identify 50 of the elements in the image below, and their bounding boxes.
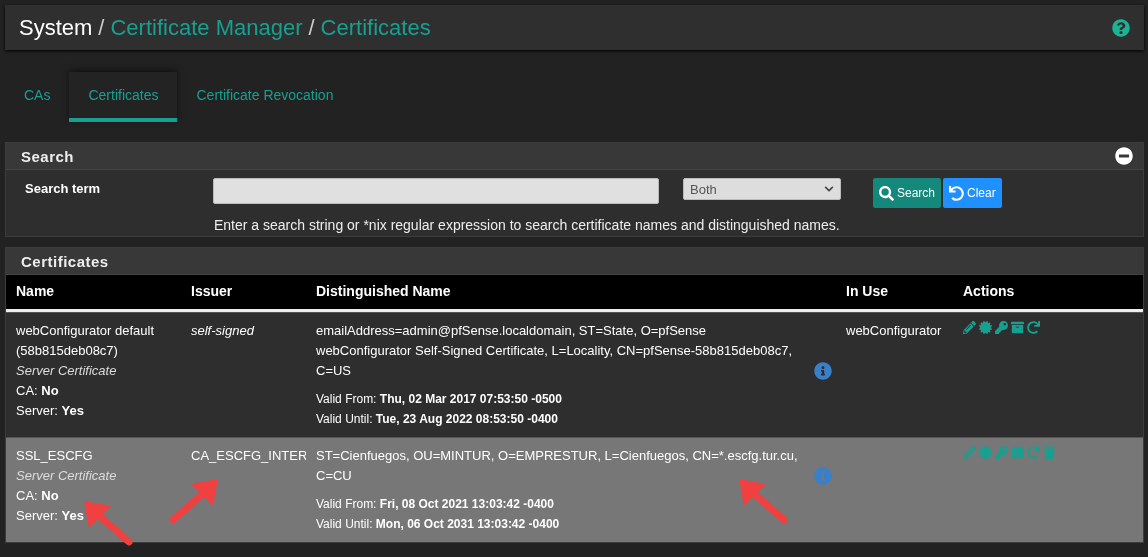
collapse-icon[interactable]	[1115, 147, 1133, 165]
certificate-type: Server Certificate	[16, 467, 118, 485]
arrow-icon	[166, 476, 221, 526]
info-icon[interactable]	[814, 362, 832, 380]
archive-icon[interactable]	[1011, 321, 1024, 334]
tab[interactable]: Certificate Revocation	[177, 72, 353, 122]
column-header: In Use	[836, 275, 953, 312]
panel-title: Certificates	[21, 252, 109, 270]
valid-until: Valid Until: Mon, 06 Oct 2031 13:03:42 -0400	[316, 516, 561, 533]
column-header: Issuer	[181, 275, 306, 312]
certificate-type: Server Certificate	[16, 362, 118, 380]
panel-title: Search	[21, 147, 75, 165]
breadcrumb-separator: /	[308, 14, 315, 41]
scope-select[interactable]: Both	[683, 178, 841, 200]
breadcrumb-root: System	[19, 14, 93, 41]
server-label: Server: Yes	[16, 402, 85, 420]
issuer: self-signed	[191, 322, 256, 340]
breadcrumb-link[interactable]: Certificate Manager	[110, 14, 303, 41]
ca-label: CA: No	[16, 487, 60, 505]
help-text: Enter a search string or *nix regular expression to search certificate names and distinguished names.	[213, 216, 841, 235]
search-field[interactable]	[213, 178, 659, 204]
certificate-icon[interactable]	[979, 321, 992, 334]
column-header: Actions	[953, 275, 1143, 312]
valid-from: Valid From: Fri, 08 Oct 2021 13:03:42 -0400	[316, 496, 555, 513]
valid-until: Valid Until: Tue, 23 Aug 2022 08:53:50 -0400	[316, 411, 559, 428]
certificate-name: SSL_ESCFG	[16, 447, 94, 465]
certificate-name: webConfigurator default (58b815deb08c7)	[16, 322, 156, 360]
renew-icon[interactable]	[1027, 321, 1040, 334]
caret-icon	[824, 184, 834, 194]
distinguished-name: emailAddress=admin@pfSense.localdomain, ST=State, O=pfSense webConfigurator Self-Signed Certificate, L=Locality, CN=pfSense-58b815deb08c7, C=US	[316, 322, 793, 380]
tab[interactable]: CAs	[5, 72, 70, 122]
breadcrumb-separator: /	[98, 14, 105, 41]
arrow-icon	[736, 476, 791, 526]
breadcrumb-link[interactable]: Certificates	[320, 14, 431, 41]
help-icon[interactable]	[1112, 18, 1130, 37]
clear-button[interactable]: Clear	[943, 178, 1002, 208]
in-use: webConfigurator	[846, 322, 943, 340]
column-header: Name	[6, 275, 181, 312]
distinguished-name: ST=Cienfuegos, OU=MINTUR, O=EMPRESTUR, L=Cienfuegos, CN=*.escfg.tur.cu, C=CU	[316, 447, 799, 485]
field-label: Search term	[25, 180, 102, 196]
server-label: Server: Yes	[16, 507, 85, 525]
key-icon[interactable]	[995, 321, 1008, 334]
undo-icon	[949, 185, 965, 201]
column-header: Distinguished Name	[306, 275, 836, 312]
tab[interactable]: Certificates	[69, 72, 178, 122]
search-button[interactable]: Search	[873, 178, 942, 208]
edit-icon[interactable]	[963, 321, 976, 334]
search-icon	[879, 185, 894, 201]
ca-label: CA: No	[16, 382, 60, 400]
valid-from: Valid From: Thu, 02 Mar 2017 07:53:50 -0500	[316, 391, 563, 408]
